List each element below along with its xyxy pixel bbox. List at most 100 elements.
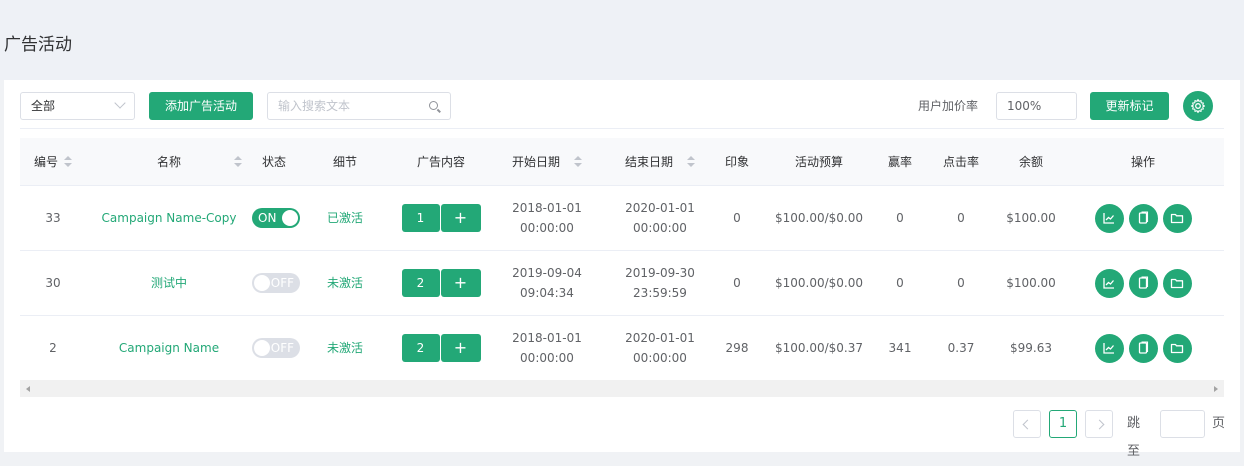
table-cell: 2018-01-01 00:00:00 xyxy=(488,328,606,368)
folder-icon[interactable] xyxy=(1162,203,1192,233)
sort-icon[interactable] xyxy=(234,156,242,168)
campaign-toggle[interactable]: ON xyxy=(252,208,300,229)
copy-icon[interactable] xyxy=(1128,268,1158,298)
next-page-button[interactable] xyxy=(1085,410,1113,438)
scroll-left-icon[interactable] xyxy=(26,386,30,392)
sort-icon[interactable] xyxy=(687,156,695,168)
win-rate: 341 xyxy=(888,341,912,355)
budget: $100.00/$0.37 xyxy=(774,341,864,355)
goto-page-input[interactable] xyxy=(1160,410,1205,438)
campaign-toggle[interactable]: OFF xyxy=(252,273,300,294)
ctr: 0 xyxy=(957,276,965,290)
table-cell: 298 xyxy=(714,338,760,358)
page-title: 广告活动 xyxy=(4,35,72,55)
add-ad-content-button[interactable]: + xyxy=(440,334,481,362)
status-filter-select[interactable]: 全部 xyxy=(20,92,135,120)
ad-content-count-button[interactable]: 2 xyxy=(401,269,440,297)
table-cell: 2 + xyxy=(394,269,488,297)
sort-icon[interactable] xyxy=(64,156,72,168)
col-detail-header: 细节 xyxy=(332,155,357,169)
start-time: 00:00:00 xyxy=(520,351,574,365)
toggle-label: OFF xyxy=(270,276,294,291)
gear-icon[interactable] xyxy=(1183,91,1213,121)
table-cell: 0 xyxy=(878,208,922,228)
table-row: 2 Campaign Name OFF 未激活 2 +2018-01-01 00:00:00… xyxy=(20,316,1224,381)
col-id-header[interactable]: 编号 xyxy=(20,153,86,170)
table-cell: 0 xyxy=(878,273,922,293)
col-start-header[interactable]: 开始日期 xyxy=(488,153,606,170)
page-button[interactable]: 1 xyxy=(1049,410,1077,438)
activation-status: 已激活 xyxy=(326,211,363,225)
table-cell: 2 xyxy=(20,338,86,358)
chart-icon[interactable] xyxy=(1094,203,1124,233)
campaign-toggle[interactable]: OFF xyxy=(252,338,300,359)
folder-icon[interactable] xyxy=(1162,268,1192,298)
folder-icon[interactable] xyxy=(1162,333,1192,363)
col-actions-header: 操作 xyxy=(1130,155,1155,169)
impressions: 0 xyxy=(733,276,741,290)
balance: $100.00 xyxy=(1006,276,1056,290)
win-rate: 0 xyxy=(896,276,904,290)
toggle-label: ON xyxy=(258,211,277,226)
col-name-header[interactable]: 名称 xyxy=(86,153,252,170)
horizontal-scrollbar[interactable] xyxy=(20,380,1224,397)
win-rate: 0 xyxy=(896,211,904,225)
scroll-right-icon[interactable] xyxy=(1214,386,1218,392)
table-cell: OFF xyxy=(252,338,300,359)
ad-content-count-button[interactable]: 1 xyxy=(401,204,440,232)
table-cell: 341 xyxy=(878,338,922,358)
ad-content-count-button[interactable]: 2 xyxy=(401,334,440,362)
table-cell: $100.00/$0.37 xyxy=(760,338,878,358)
activation-status: 未激活 xyxy=(326,341,363,355)
table-cell: 0.37 xyxy=(922,338,1000,358)
table-cell: 未激活 xyxy=(296,338,394,358)
table-cell: 测试中 xyxy=(86,273,252,293)
table-cell: 30 xyxy=(20,273,86,293)
table-cell: $100.00 xyxy=(1000,273,1062,293)
table-cell: ON xyxy=(252,208,300,229)
chart-icon[interactable] xyxy=(1094,333,1124,363)
campaign-name-link[interactable]: Campaign Name xyxy=(119,341,219,355)
add-ad-content-button[interactable]: + xyxy=(440,269,481,297)
toolbar: 全部 添加广告活动 用户加价率 100% 更新标记 xyxy=(20,91,1226,121)
table-cell: $99.63 xyxy=(1000,338,1062,358)
end-date: 2019-09-30 xyxy=(625,266,695,280)
col-end-header[interactable]: 结束日期 xyxy=(606,153,714,170)
chevron-down-icon xyxy=(114,97,126,109)
table-cell: $100.00 xyxy=(1000,208,1062,228)
bid-rate-input[interactable]: 100% xyxy=(996,92,1077,120)
table-cell: Campaign Name-Copy xyxy=(86,208,252,228)
campaign-name-link[interactable]: 测试中 xyxy=(151,276,187,290)
search-icon[interactable] xyxy=(429,101,438,110)
update-marks-button[interactable]: 更新标记 xyxy=(1090,92,1169,120)
table-cell xyxy=(1062,268,1224,298)
col-winrate-header: 赢率 xyxy=(887,155,912,169)
balance: $99.63 xyxy=(1010,341,1052,355)
add-campaign-button[interactable]: 添加广告活动 xyxy=(149,92,253,120)
col-impressions-header: 印象 xyxy=(724,155,749,169)
end-date: 2020-01-01 xyxy=(625,331,695,345)
toggle-knob xyxy=(254,275,270,292)
col-state-header: 状态 xyxy=(261,155,286,169)
start-date: 2018-01-01 xyxy=(512,331,582,345)
budget: $100.00/$0.00 xyxy=(774,276,864,290)
table-cell xyxy=(1062,333,1224,363)
col-budget-header: 活动预算 xyxy=(794,155,843,169)
table-cell: 0 xyxy=(922,208,1000,228)
ctr: 0.37 xyxy=(947,341,975,355)
sort-icon[interactable] xyxy=(574,156,582,168)
copy-icon[interactable] xyxy=(1128,203,1158,233)
campaign-name-link[interactable]: Campaign Name-Copy xyxy=(102,211,237,225)
toggle-knob xyxy=(254,340,270,357)
ctr: 0 xyxy=(957,211,965,225)
add-ad-content-button[interactable]: + xyxy=(440,204,481,232)
prev-page-button[interactable] xyxy=(1013,410,1041,438)
copy-icon[interactable] xyxy=(1128,333,1158,363)
campaign-id: 30 xyxy=(45,276,61,290)
table-cell: 2020-01-01 00:00:00 xyxy=(606,198,714,238)
end-date: 2020-01-01 xyxy=(625,201,695,215)
search-input[interactable] xyxy=(278,99,428,113)
toolbar-divider xyxy=(20,128,1224,129)
chart-icon[interactable] xyxy=(1094,268,1124,298)
toggle-knob xyxy=(282,210,298,227)
